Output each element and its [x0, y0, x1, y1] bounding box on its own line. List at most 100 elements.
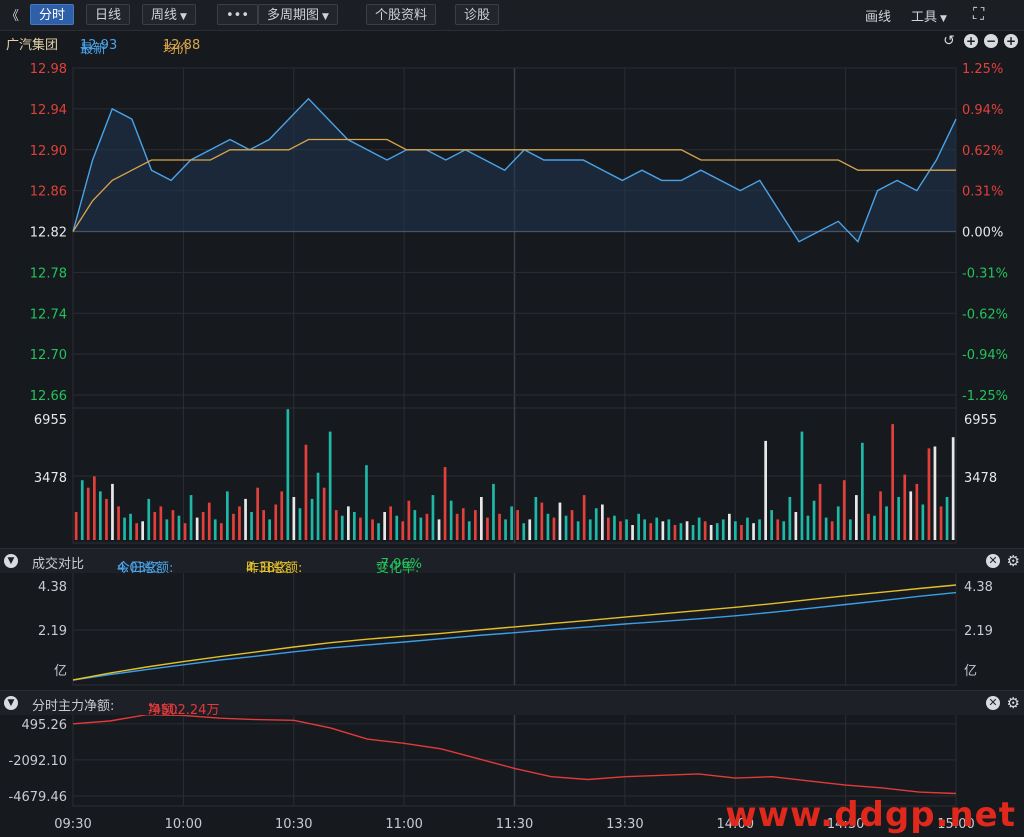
volume-bar	[927, 448, 931, 540]
volume-bar	[721, 519, 725, 540]
volume-bar	[891, 424, 894, 540]
volume-bar	[842, 480, 846, 540]
volume-bar	[461, 508, 465, 540]
volume-bar	[861, 442, 864, 540]
compare-tick: 亿	[964, 664, 977, 679]
y-tick-label-pct: 1.25%	[962, 62, 1003, 77]
compare-tick: 亿	[54, 664, 67, 679]
volume-bar	[220, 523, 223, 540]
volume-bar	[715, 523, 719, 540]
volume-bar	[661, 521, 665, 540]
yesterday-value: 4.38亿	[246, 561, 288, 576]
volume-bar	[93, 476, 96, 540]
volume-bar	[546, 513, 550, 540]
volume-bar	[117, 506, 120, 540]
volume-bar	[734, 521, 737, 540]
volume-bar	[631, 525, 634, 540]
x-tick-label: 10:30	[275, 817, 312, 832]
flow-panel-header: ▼ 分时主力净额: 净额: -4502.24万 🠕 ✕ ⚙	[0, 690, 1024, 718]
volume-bar	[879, 491, 882, 540]
volume-bar	[359, 517, 362, 540]
volume-bar	[395, 515, 399, 540]
volume-bar	[794, 512, 798, 540]
flow-tick: 495.26	[22, 718, 68, 733]
volume-bar	[340, 515, 344, 540]
volume-tick: 6955	[34, 413, 67, 428]
volume-bar	[377, 523, 380, 540]
volume-bar	[576, 521, 580, 540]
volume-bar	[250, 512, 253, 540]
volume-bar	[873, 515, 876, 540]
volume-bar	[480, 497, 483, 540]
volume-bar	[135, 523, 138, 540]
gear-icon[interactable]: ⚙	[1007, 694, 1020, 712]
compare-tick: 4.38	[38, 580, 67, 595]
volume-bar	[111, 483, 114, 540]
volume-bar	[607, 517, 610, 540]
volume-bar	[183, 523, 187, 540]
volume-bar	[292, 497, 296, 540]
close-icon[interactable]: ✕	[986, 696, 1000, 710]
volume-bar	[697, 517, 701, 540]
volume-tick: 6955	[964, 413, 997, 428]
volume-bar	[256, 487, 259, 540]
y-tick-label: 12.98	[30, 62, 67, 77]
volume-bar	[419, 517, 423, 540]
volume-bar	[304, 444, 308, 540]
volume-bar	[80, 480, 84, 540]
volume-bar	[594, 508, 598, 540]
volume-bar	[401, 521, 405, 540]
flow-title: 分时主力净额:	[32, 699, 115, 714]
volume-bar	[540, 502, 544, 540]
volume-bar	[353, 512, 356, 540]
gear-icon[interactable]: ⚙	[1007, 552, 1020, 570]
volume-bar	[855, 495, 858, 540]
volume-bar	[752, 523, 755, 540]
volume-bar	[474, 510, 477, 540]
volume-bar	[915, 483, 919, 540]
volume-bar	[189, 495, 193, 540]
collapse-icon[interactable]: ▼	[4, 696, 18, 710]
volume-bar	[177, 515, 181, 540]
flow-tick: -4679.46	[9, 790, 67, 805]
close-icon[interactable]: ✕	[986, 554, 1000, 568]
y-tick-label-pct: 0.00%	[962, 226, 1003, 241]
volume-bar	[322, 487, 326, 540]
volume-bar	[564, 515, 568, 540]
volume-bar	[347, 506, 350, 540]
volume-bar	[552, 517, 556, 540]
volume-bar	[800, 431, 804, 540]
volume-bar	[649, 523, 653, 540]
volume-bar	[522, 523, 526, 540]
y-tick-label: 12.78	[30, 266, 67, 281]
volume-bar	[389, 506, 392, 540]
volume-bar	[504, 519, 507, 540]
volume-bar	[413, 510, 417, 540]
volume-bar	[425, 513, 429, 540]
compare-title: 成交对比	[32, 557, 85, 572]
volume-bar	[232, 513, 235, 540]
volume-bar	[582, 495, 586, 540]
volume-bar	[951, 437, 955, 540]
y-tick-label: 12.86	[30, 185, 67, 200]
volume-bar	[371, 519, 374, 540]
volume-bar	[123, 517, 126, 540]
volume-bar	[262, 510, 265, 540]
collapse-icon[interactable]: ▼	[4, 554, 18, 568]
volume-bar	[86, 487, 90, 540]
volume-bar	[449, 500, 453, 540]
volume-bar	[945, 497, 949, 540]
volume-bar	[141, 521, 144, 540]
volume-bar	[147, 498, 151, 540]
volume-bar	[99, 491, 102, 540]
volume-bar	[431, 495, 435, 540]
flow-tick: -2092.10	[9, 754, 67, 769]
volume-bar	[909, 491, 913, 540]
y-tick-label: 12.94	[30, 103, 67, 118]
y-tick-label: 12.90	[30, 144, 67, 159]
volume-bar	[510, 506, 513, 540]
volume-bar	[625, 519, 628, 540]
today-value: 4.03亿	[117, 561, 159, 576]
volume-bar	[667, 519, 671, 540]
volume-bar	[619, 521, 622, 540]
